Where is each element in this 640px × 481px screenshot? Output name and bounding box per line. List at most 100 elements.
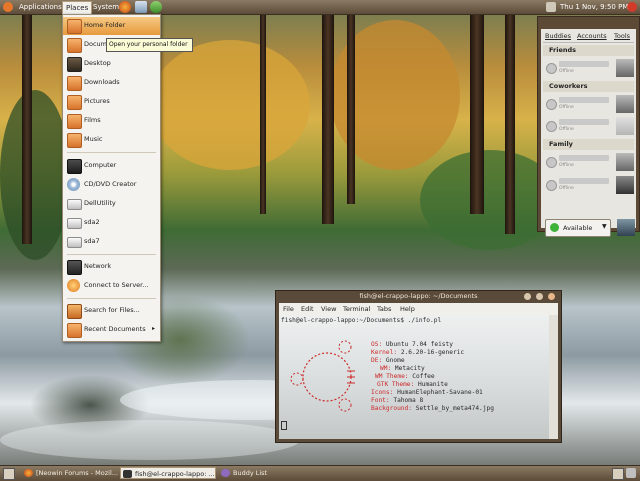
search-icon (67, 304, 82, 319)
menu-item-pictures[interactable]: Pictures (63, 93, 160, 111)
menu-item-sda7[interactable]: sda7 (63, 233, 160, 251)
info-value: Tahoma 8 (393, 397, 424, 404)
tools-menu[interactable]: Tools (614, 32, 630, 40)
system-menu[interactable]: System (90, 1, 122, 13)
group-family[interactable]: Family (543, 139, 634, 150)
edit-menu[interactable]: Edit (301, 305, 314, 313)
places-menu[interactable]: Places (62, 1, 93, 15)
info-value: Coffee (412, 373, 435, 380)
folder-icon (67, 133, 82, 148)
firefox-launcher-icon[interactable] (119, 1, 131, 13)
group-coworkers[interactable]: Coworkers (543, 81, 634, 92)
info-key: Background: (371, 405, 412, 412)
buddy-avatar (616, 153, 634, 171)
info-key: DE: (371, 357, 383, 364)
buddy-status: Offline (559, 105, 574, 110)
task-label: Buddy List (233, 469, 268, 477)
notification-icon[interactable] (546, 2, 556, 12)
menu-item-label: Recent Documents (84, 325, 146, 333)
info-value: Gnome (385, 357, 405, 364)
menu-item-label: Network (84, 262, 112, 270)
info-line: OS: Ubuntu 7.04 feisty (371, 341, 453, 348)
offline-status-icon (546, 121, 557, 132)
menu-item-label: Films (84, 116, 101, 124)
network-icon (67, 260, 82, 275)
terminal-scrollbar[interactable] (549, 315, 558, 439)
window-title-bar[interactable] (540, 18, 636, 28)
recent-icon (67, 323, 82, 338)
accounts-menu[interactable]: Accounts (577, 32, 607, 40)
media-launcher-icon[interactable] (150, 1, 162, 13)
desktop-icon (67, 57, 82, 72)
menu-item-search-for-files[interactable]: Search for Files... (63, 302, 160, 320)
workspace-switcher[interactable] (612, 468, 624, 480)
taskbar-item-browser[interactable]: [Neowin Forums - Mozil... (22, 467, 118, 479)
buddy-entry[interactable]: Offline (543, 152, 634, 172)
buddy-status: Offline (559, 186, 574, 191)
menu-item-recent-documents[interactable]: Recent Documents ▸ (63, 321, 160, 339)
bottom-panel: [Neowin Forums - Mozil... fish@el-crappo… (0, 465, 640, 481)
menu-item-connect-to-server[interactable]: Connect to Server... (63, 277, 160, 295)
buddy-entry[interactable]: Offline (543, 94, 634, 114)
buddy-status: Offline (559, 163, 574, 168)
menu-item-sda2[interactable]: sda2 (63, 214, 160, 232)
buddy-list-content: Buddies Accounts Tools Friends Offline C… (541, 29, 636, 237)
menu-item-desktop[interactable]: Desktop (63, 55, 160, 73)
taskbar-item-terminal[interactable]: fish@el-crappo-lappo: ... (120, 467, 216, 479)
file-menu[interactable]: File (283, 305, 294, 313)
command-prompt: fish@el-crappo-lappo:~/Documents$ ./info… (281, 317, 442, 324)
menu-item-cd-dvd-creator[interactable]: CD/DVD Creator (63, 176, 160, 194)
menu-item-network[interactable]: Network (63, 258, 160, 276)
info-line: Background: Settle_by_meta474.jpg (371, 405, 494, 412)
tooltip: Open your personal folder (106, 38, 193, 52)
buddy-name-redacted (559, 61, 609, 67)
buddy-entry[interactable]: Offline (543, 175, 634, 195)
close-icon[interactable] (548, 293, 555, 300)
menu-item-computer[interactable]: Computer (63, 157, 160, 175)
info-line: WM Theme: Coffee (375, 373, 435, 380)
info-line: WM: Metacity (380, 365, 425, 372)
trash-icon[interactable] (626, 468, 636, 478)
power-icon[interactable] (627, 2, 637, 12)
applications-menu[interactable]: Applications (16, 1, 65, 13)
buddy-entry[interactable]: Offline (543, 116, 634, 136)
status-selector[interactable]: Available ▼ (545, 219, 611, 237)
computer-icon (67, 159, 82, 174)
buddies-menu[interactable]: Buddies (545, 32, 571, 40)
mail-launcher-icon[interactable] (135, 1, 147, 13)
firefox-icon (24, 469, 33, 477)
buddy-name-redacted (559, 119, 609, 125)
menu-item-label: Computer (84, 161, 117, 169)
menu-item-music[interactable]: Music (63, 131, 160, 149)
buddy-avatar (616, 176, 634, 194)
menu-item-dellutility[interactable]: DellUtility (63, 195, 160, 213)
menu-item-label: DellUtility (84, 199, 116, 207)
show-desktop-icon[interactable] (3, 468, 15, 480)
help-menu[interactable]: Help (400, 305, 415, 313)
task-label: [Neowin Forums - Mozil... (36, 469, 118, 477)
pidgin-icon (221, 469, 230, 477)
folder-icon (67, 95, 82, 110)
group-friends[interactable]: Friends (543, 45, 634, 56)
menu-item-home-folder[interactable]: Home Folder (63, 17, 160, 35)
buddy-entry[interactable]: Offline (543, 58, 634, 78)
view-menu[interactable]: View (321, 305, 336, 313)
info-key: Kernel: (371, 349, 398, 356)
info-line: Icons: HumanElephant-Savane-01 (371, 389, 483, 396)
my-avatar[interactable] (617, 219, 635, 236)
menu-separator (67, 254, 156, 255)
taskbar-item-buddy-list[interactable]: Buddy List (219, 467, 315, 479)
clock[interactable]: Thu 1 Nov, 9:50 PM (560, 1, 628, 13)
menu-item-label: Desktop (84, 59, 111, 67)
terminal-output[interactable]: fish@el-crappo-lappo:~/Documents$ ./info… (279, 315, 549, 439)
terminal-menu[interactable]: Terminal (343, 305, 370, 313)
info-line: Kernel: 2.6.20-16-generic (371, 349, 464, 356)
menu-separator (67, 152, 156, 153)
tabs-menu[interactable]: Tabs (377, 305, 391, 313)
maximize-icon[interactable] (536, 293, 543, 300)
window-title-bar[interactable]: fish@el-crappo-lappo: ~/Documents (276, 291, 561, 302)
menu-item-films[interactable]: Films (63, 112, 160, 130)
menu-item-downloads[interactable]: Downloads (63, 74, 160, 92)
minimize-icon[interactable] (524, 293, 531, 300)
folder-icon (67, 76, 82, 91)
